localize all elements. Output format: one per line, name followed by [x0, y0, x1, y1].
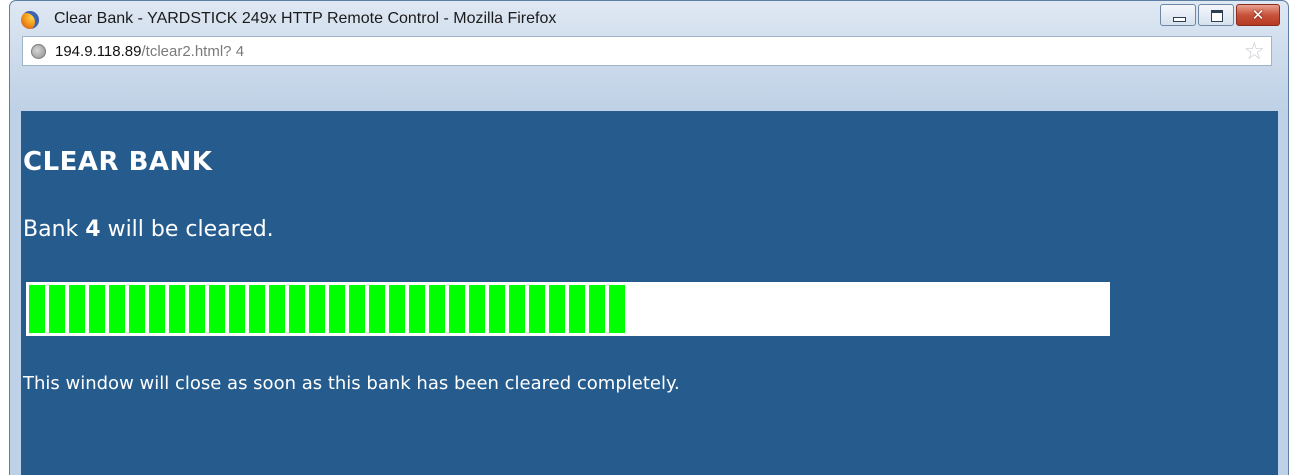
- page-title: CLEAR BANK: [23, 147, 213, 177]
- url-path: /tclear2.html? 4: [141, 43, 245, 60]
- progress-segment: [249, 285, 265, 333]
- progress-segment: [329, 285, 345, 333]
- maximize-button[interactable]: [1198, 4, 1234, 26]
- progress-segment: [49, 285, 65, 333]
- progress-segment: [509, 285, 525, 333]
- minimize-icon: [1173, 17, 1186, 22]
- progress-segment: [229, 285, 245, 333]
- progress-segment: [569, 285, 585, 333]
- progress-segment: [349, 285, 365, 333]
- window-title: Clear Bank - YARDSTICK 249x HTTP Remote …: [54, 10, 557, 27]
- maximize-icon: [1211, 10, 1223, 22]
- close-button[interactable]: ✕: [1236, 4, 1280, 26]
- bank-prefix: Bank: [23, 217, 86, 242]
- title-bar[interactable]: Clear Bank - YARDSTICK 249x HTTP Remote …: [10, 1, 1288, 37]
- url-host: 194.9.118.89: [55, 43, 142, 60]
- progress-segment: [89, 285, 105, 333]
- progress-segment: [149, 285, 165, 333]
- progress-segment: [109, 285, 125, 333]
- progress-segment: [129, 285, 145, 333]
- address-bar[interactable]: 194.9.118.89/tclear2.html? 4 ☆: [22, 36, 1272, 66]
- progress-segment: [429, 285, 445, 333]
- progress-segment: [369, 285, 385, 333]
- bank-suffix: will be cleared.: [100, 217, 274, 242]
- progress-segment: [289, 285, 305, 333]
- caption-buttons: ✕: [1160, 4, 1280, 26]
- progress-segments: [29, 285, 1107, 333]
- progress-segment: [549, 285, 565, 333]
- progress-segment: [309, 285, 325, 333]
- page-content: CLEAR BANK Bank 4 will be cleared. This …: [21, 111, 1278, 475]
- bank-message: Bank 4 will be cleared.: [23, 217, 274, 242]
- progress-bar: [26, 282, 1110, 336]
- progress-segment: [409, 285, 425, 333]
- progress-segment: [269, 285, 285, 333]
- globe-icon[interactable]: [31, 44, 46, 59]
- browser-window: Clear Bank - YARDSTICK 249x HTTP Remote …: [9, 0, 1289, 475]
- close-icon: ✕: [1251, 6, 1265, 24]
- star-icon[interactable]: ☆: [1243, 38, 1265, 64]
- url-text[interactable]: 194.9.118.89/tclear2.html? 4: [55, 43, 244, 60]
- progress-segment: [529, 285, 545, 333]
- close-notice: This window will close as soon as this b…: [23, 373, 680, 394]
- progress-segment: [589, 285, 605, 333]
- progress-segment: [209, 285, 225, 333]
- progress-segment: [449, 285, 465, 333]
- progress-segment: [609, 285, 625, 333]
- bank-number: 4: [85, 217, 101, 242]
- progress-segment: [69, 285, 85, 333]
- progress-segment: [29, 285, 45, 333]
- progress-segment: [389, 285, 405, 333]
- progress-segment: [469, 285, 485, 333]
- minimize-button[interactable]: [1160, 4, 1196, 26]
- progress-segment: [169, 285, 185, 333]
- firefox-icon: [21, 11, 39, 29]
- progress-segment: [489, 285, 505, 333]
- progress-segment: [189, 285, 205, 333]
